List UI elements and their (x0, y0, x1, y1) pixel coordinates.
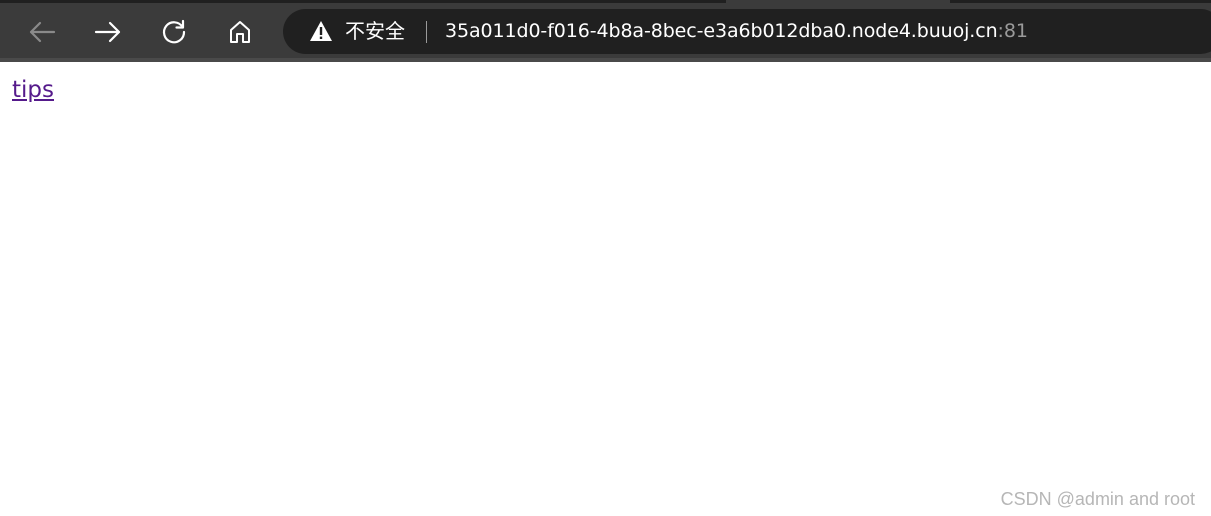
address-separator (426, 21, 427, 43)
warning-triangle-icon[interactable] (309, 20, 333, 42)
refresh-icon (162, 19, 186, 44)
refresh-button[interactable] (154, 12, 194, 52)
address-bar[interactable]: 不安全 35a011d0-f016-4b8a-8bec-e3a6b012dba0… (283, 9, 1211, 54)
page-content: tips (0, 62, 1211, 516)
browser-toolbar: 不安全 35a011d0-f016-4b8a-8bec-e3a6b012dba0… (0, 0, 1211, 62)
back-button[interactable] (22, 12, 62, 52)
home-button[interactable] (220, 12, 260, 52)
security-status-label[interactable]: 不安全 (345, 19, 405, 43)
active-tab[interactable] (726, 0, 950, 3)
watermark: CSDN @admin and root (1000, 489, 1195, 509)
home-icon (230, 21, 250, 43)
arrow-right-icon (94, 21, 121, 43)
arrow-left-icon (29, 21, 56, 43)
url-text[interactable]: 35a011d0-f016-4b8a-8bec-e3a6b012dba0.nod… (445, 19, 1028, 43)
url-host: 35a011d0-f016-4b8a-8bec-e3a6b012dba0.nod… (445, 20, 998, 42)
tips-link[interactable]: tips (12, 76, 54, 104)
tab-strip (0, 0, 1211, 3)
url-port: :81 (997, 20, 1028, 42)
forward-button[interactable] (88, 12, 128, 52)
